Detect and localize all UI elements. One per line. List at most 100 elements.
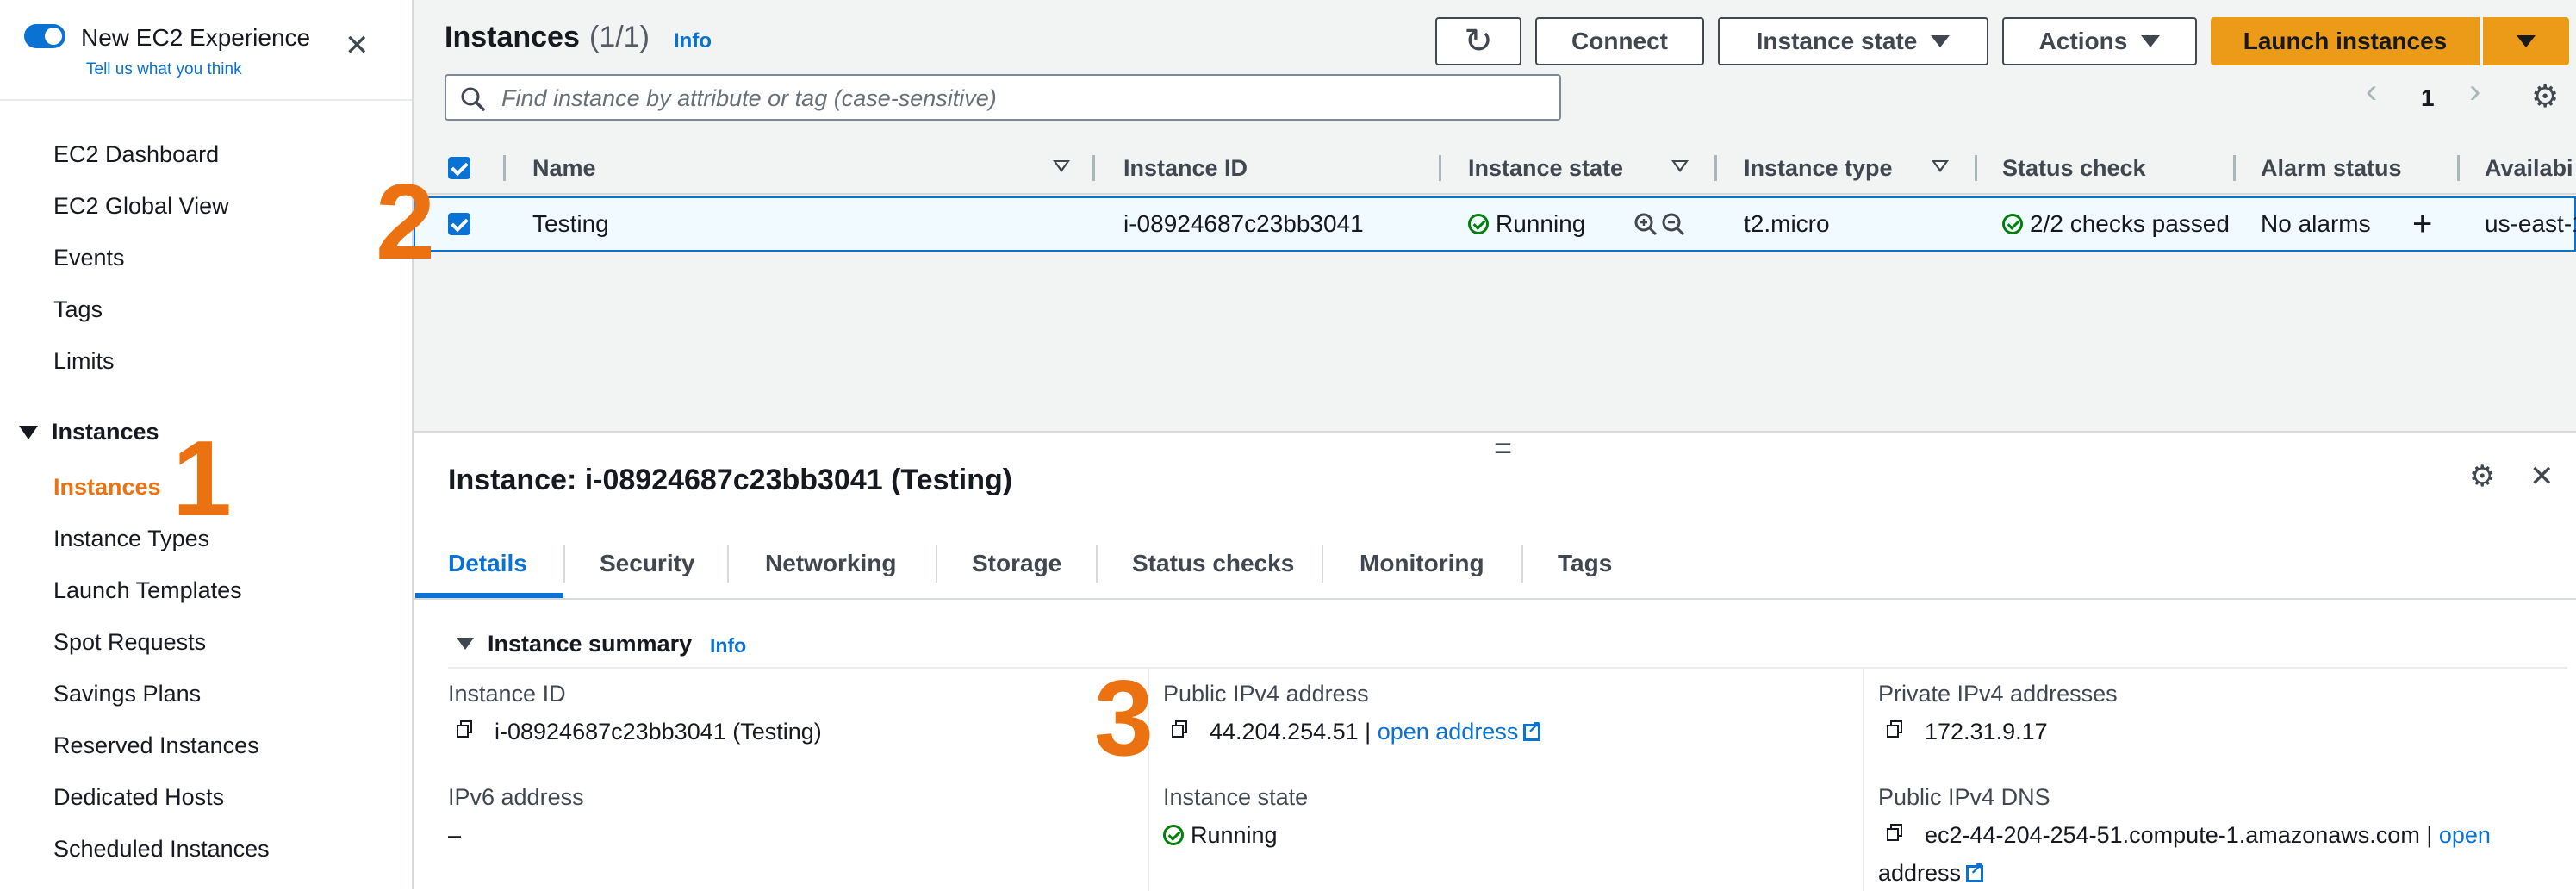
column-header-availability-zone[interactable]: Availabi [2485, 155, 2573, 182]
copy-icon[interactable] [457, 720, 472, 738]
instance-state-label: Instance state [1163, 784, 1309, 810]
settings-icon[interactable]: ⚙ [2531, 81, 2559, 112]
sidebar-item-savings-plans[interactable]: Savings Plans [53, 679, 201, 708]
tab-monitoring[interactable]: Monitoring [1360, 550, 1484, 577]
tab-networking[interactable]: Networking [765, 550, 896, 577]
sidebar: New EC2 Experience Tell us what you thin… [0, 0, 414, 889]
sidebar-section-instances[interactable]: Instances [52, 419, 159, 446]
new-experience-toggle[interactable] [24, 24, 65, 48]
tab-status-checks[interactable]: Status checks [1132, 550, 1294, 577]
instance-id-value: i-08924687c23bb3041 (Testing) [495, 719, 822, 745]
copy-icon[interactable] [1887, 824, 1902, 841]
row-state-label: Running [1496, 210, 1586, 237]
row-status-check-label: 2/2 checks passed [2030, 210, 2230, 237]
row-checkbox[interactable] [448, 213, 470, 235]
instance-state-value: Running [1163, 822, 1278, 849]
section-title[interactable]: Instance summary [488, 631, 692, 657]
close-icon[interactable]: ✕ [2529, 462, 2554, 491]
row-name: Testing [532, 210, 609, 237]
search-icon [461, 87, 485, 111]
resize-handle-icon[interactable]: = [1494, 433, 1512, 464]
public-dns-value: ec2-44-204-254-51.compute-1.amazonaws.co… [1925, 822, 2491, 848]
caret-down-icon[interactable] [457, 638, 474, 650]
instance-state-label: Instance state [1756, 28, 1918, 54]
sidebar-item-tags[interactable]: Tags [53, 295, 103, 324]
open-address-link[interactable]: open [2439, 822, 2491, 848]
tab-tags[interactable]: Tags [1558, 550, 1612, 577]
column-header-alarm-status[interactable]: Alarm status [2261, 155, 2402, 182]
copy-icon[interactable] [1887, 720, 1902, 738]
column-header-instance-id[interactable]: Instance ID [1123, 155, 1248, 182]
previous-page-icon[interactable]: ‹ [2366, 74, 2377, 109]
row-instance-state: Running [1468, 210, 1585, 238]
column-header-instance-state[interactable]: Instance state [1468, 155, 1623, 182]
close-icon[interactable]: ✕ [345, 31, 370, 60]
add-alarm-icon[interactable]: + [2412, 207, 2432, 241]
caret-down-icon [2141, 35, 2161, 47]
column-header-status-check[interactable]: Status check [2002, 155, 2146, 182]
private-ipv4-label: Private IPv4 addresses [1878, 681, 2118, 707]
settings-icon[interactable]: ⚙ [2469, 462, 2495, 491]
next-page-icon[interactable]: › [2469, 74, 2480, 109]
launch-options-button[interactable] [2483, 17, 2569, 65]
instance-state-text: Running [1191, 822, 1278, 848]
open-address-link[interactable]: open address [1378, 719, 1519, 745]
sidebar-item-events[interactable]: Events [53, 243, 125, 272]
page-number[interactable]: 1 [2421, 84, 2435, 112]
refresh-button[interactable]: ↻ [1435, 17, 1521, 65]
sidebar-item-dedicated-hosts[interactable]: Dedicated Hosts [53, 782, 224, 812]
instance-details-panel: = Instance: i-08924687c23bb3041 (Testing… [414, 431, 2576, 891]
sidebar-item-limits[interactable]: Limits [53, 346, 115, 376]
column-header-name[interactable]: Name [532, 155, 596, 182]
instance-state-button[interactable]: Instance state [1718, 17, 1988, 65]
success-icon [1163, 825, 1184, 845]
sidebar-item-ec2-dashboard[interactable]: EC2 Dashboard [53, 140, 219, 169]
divider [0, 99, 412, 101]
sidebar-item-spot-requests[interactable]: Spot Requests [53, 627, 206, 657]
external-link-icon[interactable] [1966, 861, 1984, 882]
sidebar-item-reserved-instances[interactable]: Reserved Instances [53, 731, 259, 760]
zoom-out-icon[interactable] [1661, 212, 1689, 238]
success-icon [1468, 214, 1489, 234]
tab-details[interactable]: Details [448, 550, 527, 577]
new-experience-label: New EC2 Experience [81, 24, 311, 51]
actions-label: Actions [2038, 28, 2128, 54]
sidebar-item-instances[interactable]: Instances [53, 472, 161, 502]
search-field[interactable] [445, 74, 1561, 121]
tab-security[interactable]: Security [600, 550, 695, 577]
open-address-link-continued[interactable]: address [1878, 860, 1984, 887]
feedback-link[interactable]: Tell us what you think [86, 60, 242, 79]
sidebar-item-scheduled-instances[interactable]: Scheduled Instances [53, 834, 270, 863]
row-instance-id-link[interactable]: i-08924687c23bb3041 [1123, 210, 1364, 238]
ipv6-address-value: – [448, 822, 462, 848]
row-alarm-status: No alarms [2261, 210, 2371, 237]
external-link-icon[interactable] [1523, 720, 1541, 741]
ipv6-address-label: IPv6 address [448, 784, 584, 810]
search-input[interactable] [500, 81, 1546, 115]
tab-storage[interactable]: Storage [972, 550, 1061, 577]
launch-instances-button[interactable]: Launch instances [2211, 17, 2480, 65]
info-link[interactable]: Info [710, 634, 746, 657]
sort-icon[interactable] [1053, 160, 1070, 172]
zoom-in-icon[interactable] [1633, 212, 1661, 238]
caret-down-icon [2517, 35, 2536, 47]
launch-instances-label: Launch instances [2243, 28, 2448, 54]
select-all-checkbox[interactable] [448, 157, 470, 179]
connect-button[interactable]: Connect [1535, 17, 1704, 65]
sort-icon[interactable] [1671, 160, 1689, 172]
sidebar-item-ec2-global-view[interactable]: EC2 Global View [53, 191, 229, 221]
caret-down-icon [1931, 35, 1951, 47]
caret-down-icon[interactable] [19, 426, 38, 439]
actions-button[interactable]: Actions [2002, 17, 2197, 65]
public-ipv4-label: Public IPv4 address [1163, 681, 1369, 707]
copy-icon[interactable] [1172, 720, 1187, 738]
connect-label: Connect [1571, 28, 1668, 54]
sort-icon[interactable] [1932, 160, 1949, 172]
table-header: Name Instance ID Instance state Instance… [414, 145, 2576, 195]
info-link[interactable]: Info [674, 29, 712, 53]
table-row[interactable]: Testing i-08924687c23bb3041 Running t2.m… [414, 196, 2576, 252]
open-address-link-text[interactable]: address [1878, 860, 1961, 886]
sidebar-item-launch-templates[interactable]: Launch Templates [53, 576, 242, 605]
page-title: Instances [445, 21, 580, 53]
column-header-instance-type[interactable]: Instance type [1744, 155, 1893, 182]
